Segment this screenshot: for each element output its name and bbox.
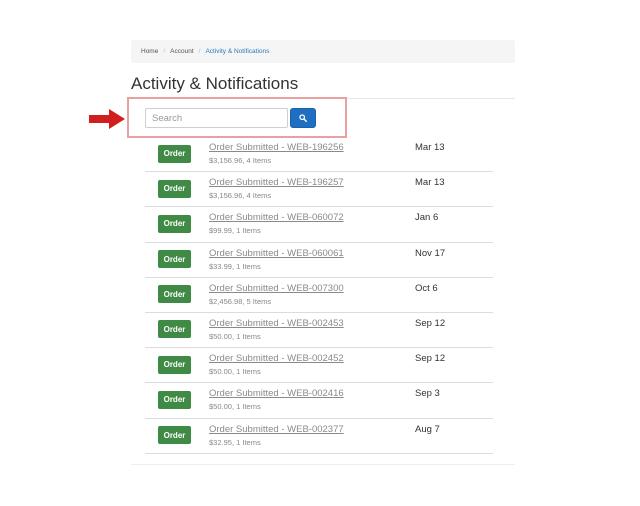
order-summary: $33.99, 1 Items <box>209 261 261 271</box>
breadcrumb-separator: / <box>163 48 166 55</box>
breadcrumb-separator: / <box>198 48 201 55</box>
order-badge: Order <box>158 179 191 198</box>
order-summary: $2,456.98, 5 Items <box>209 296 272 306</box>
list-item: Order Order Submitted - WEB-196256 $3,15… <box>145 137 493 173</box>
search-input[interactable] <box>145 108 288 128</box>
breadcrumb-account[interactable]: Account <box>170 48 194 55</box>
order-date: Jan 6 <box>415 212 439 224</box>
list-item: Order Order Submitted - WEB-002416 $50.0… <box>145 383 493 419</box>
order-date: Nov 17 <box>415 247 446 259</box>
order-date: Aug 7 <box>415 423 440 435</box>
search-button[interactable] <box>290 108 316 128</box>
order-link[interactable]: Order Submitted - WEB-060072 <box>209 212 344 223</box>
order-date: Mar 13 <box>415 142 445 153</box>
order-summary: $50.00, 1 Items <box>209 331 261 341</box>
order-link[interactable]: Order Submitted - WEB-002452 <box>209 353 344 364</box>
order-link[interactable]: Order Submitted - WEB-196256 <box>209 142 344 153</box>
annotation-arrow-icon <box>89 109 125 129</box>
order-date: Sep 3 <box>415 388 440 400</box>
breadcrumb-home[interactable]: Home <box>141 48 158 55</box>
order-summary: $3,156.96, 4 Items <box>209 156 272 165</box>
list-item: Order Order Submitted - WEB-007300 $2,45… <box>145 278 493 313</box>
list-item: Order Order Submitted - WEB-002452 $50.0… <box>145 348 493 384</box>
order-date: Sep 12 <box>415 353 446 365</box>
activity-list: Order Order Submitted - WEB-196256 $3,15… <box>145 137 493 454</box>
order-date: Sep 12 <box>415 317 446 329</box>
order-summary: $50.00, 1 Items <box>209 402 261 412</box>
order-link[interactable]: Order Submitted - WEB-007300 <box>209 283 344 294</box>
order-link[interactable]: Order Submitted - WEB-060061 <box>209 248 344 259</box>
order-link[interactable]: Order Submitted - WEB-002416 <box>209 388 344 399</box>
order-badge: Order <box>158 390 191 409</box>
order-summary: $3,156.96, 4 Items <box>209 191 272 201</box>
bottom-divider <box>131 464 515 465</box>
order-badge: Order <box>158 426 191 444</box>
search-icon <box>299 114 307 122</box>
list-item: Order Order Submitted - WEB-060061 $33.9… <box>145 243 493 278</box>
list-item: Order Order Submitted - WEB-196257 $3,15… <box>145 172 493 208</box>
order-badge: Order <box>158 250 191 269</box>
order-link[interactable]: Order Submitted - WEB-002453 <box>209 318 344 329</box>
order-date: Oct 6 <box>415 282 438 294</box>
page-title: Activity & Notifications <box>131 74 299 93</box>
order-link[interactable]: Order Submitted - WEB-002377 <box>209 424 344 435</box>
list-item: Order Order Submitted - WEB-002453 $50.0… <box>145 313 493 349</box>
breadcrumb: Home / Account / Activity & Notification… <box>131 40 515 63</box>
breadcrumb-current: Activity & Notifications <box>205 48 270 55</box>
order-summary: $32.95, 1 Items <box>209 437 261 447</box>
list-item: Order Order Submitted - WEB-002377 $32.9… <box>145 419 493 454</box>
list-item: Order Order Submitted - WEB-060072 $99.9… <box>145 207 493 243</box>
order-badge: Order <box>158 320 191 339</box>
order-link[interactable]: Order Submitted - WEB-196257 <box>209 177 344 188</box>
order-badge: Order <box>158 285 191 304</box>
order-badge: Order <box>158 355 191 374</box>
order-date: Mar 13 <box>415 177 445 189</box>
order-summary: $99.99, 1 Items <box>209 226 261 236</box>
order-badge: Order <box>158 214 191 233</box>
order-summary: $50.00, 1 Items <box>209 367 261 377</box>
order-badge: Order <box>158 144 191 163</box>
